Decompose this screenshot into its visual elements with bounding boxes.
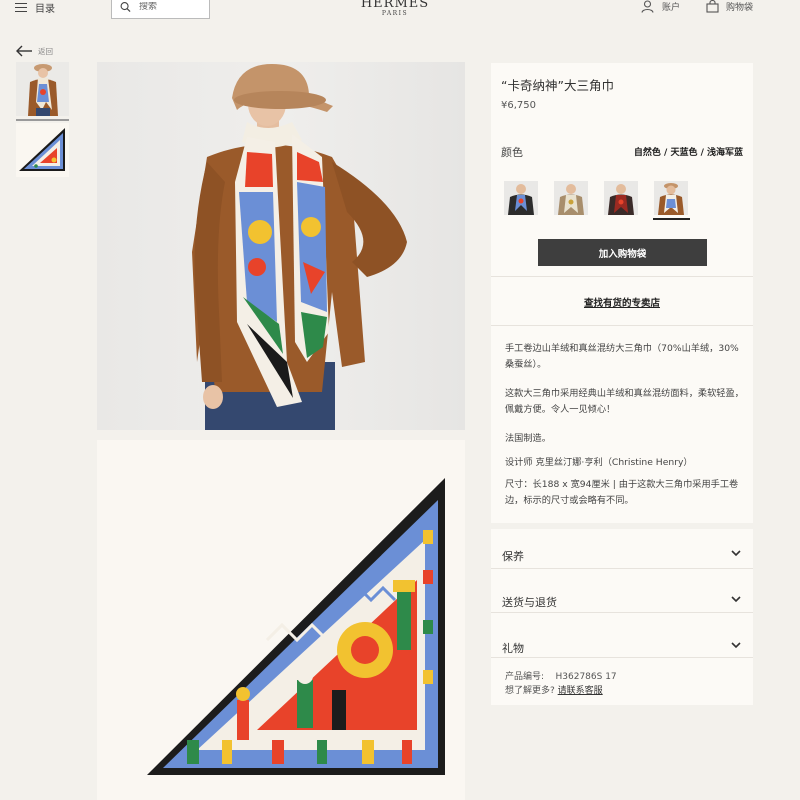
account-button[interactable]: 账户: [641, 0, 680, 13]
thumbnail-model-image: [16, 62, 69, 116]
back-label: 返回: [38, 46, 53, 56]
color-swatch-4[interactable]: [654, 181, 688, 215]
swatch-2-image: [554, 181, 588, 215]
hamburger-icon: [15, 3, 27, 13]
color-swatch-1[interactable]: [504, 181, 538, 215]
product-info-panel: “卡奇纳神”大三角巾 ¥6,750 颜色 自然色 / 天蓝色 / 浅海军蓝 加入…: [491, 63, 753, 523]
brand-city: PARIS: [381, 10, 409, 17]
swatch-3-image: [604, 181, 638, 215]
more-question: 想了解更多?: [505, 686, 555, 696]
shopping-bag-icon: [706, 0, 719, 13]
brand-logo[interactable]: HERMÈS PARIS: [350, 0, 440, 17]
product-code-row: 产品编号: H362786S 17: [505, 669, 617, 682]
swatch-4-image: [654, 181, 688, 215]
search-box[interactable]: [111, 0, 210, 19]
contact-service-link[interactable]: 请联系客服: [558, 686, 603, 696]
divider: [491, 657, 753, 658]
swatch-1-image: [504, 181, 538, 215]
product-details-panel: 保养 送货与退货 礼物 产品编号: H362786S 17 想了解更多? 请联系…: [491, 529, 753, 705]
thumbnail-separator: [16, 119, 69, 121]
divider: [491, 568, 753, 569]
divider: [491, 325, 753, 326]
color-swatch-2[interactable]: [554, 181, 588, 215]
back-link[interactable]: 返回: [15, 45, 53, 57]
divider: [491, 276, 753, 277]
color-value: 自然色 / 天蓝色 / 浅海军蓝: [633, 148, 743, 158]
accordion-care[interactable]: 保养: [491, 532, 753, 572]
menu-button[interactable]: 目录: [15, 0, 55, 15]
user-icon: [641, 0, 654, 13]
contact-row: 想了解更多? 请联系客服: [505, 683, 603, 696]
selected-swatch-indicator: [653, 218, 690, 220]
account-label: 账户: [662, 3, 681, 13]
chevron-down-icon: [731, 596, 741, 603]
description-dimensions: 尺寸：长188 x 宽94厘米 | 由于这款大三角巾采用手工卷边，标示的尺寸或会…: [505, 479, 739, 506]
product-code-label: 产品编号:: [505, 672, 545, 682]
model-photo-image: [192, 64, 407, 430]
color-label: 颜色: [501, 146, 523, 159]
chevron-down-icon: [731, 642, 741, 649]
color-swatch-3[interactable]: [604, 181, 638, 215]
description-designer: 设计师 克里丝汀娜·亨利（Christine Henry）: [505, 457, 693, 468]
thumbnail-scarf-image: [16, 123, 69, 177]
top-bar: 目录 HERMÈS PARIS 账户 购物袋: [0, 0, 800, 22]
accordion-gift-label: 礼物: [502, 642, 524, 655]
thumbnail-model[interactable]: [16, 62, 69, 116]
cart-button[interactable]: 购物袋: [706, 0, 753, 13]
search-input[interactable]: [139, 1, 209, 12]
add-to-cart-button[interactable]: 加入购物袋: [538, 239, 707, 266]
description-origin: 法国制造。: [505, 433, 551, 444]
product-code: H362786S 17: [555, 672, 617, 682]
main-product-photo: [97, 62, 465, 430]
chevron-down-icon: [731, 550, 741, 557]
menu-label: 目录: [35, 4, 55, 15]
accordion-care-label: 保养: [502, 550, 524, 563]
description-material: 手工卷边山羊绒和真丝混纺大三角巾（70%山羊绒，30%桑蚕丝）。: [505, 343, 739, 370]
find-store-link[interactable]: 查找有货的专卖店: [491, 295, 753, 309]
divider: [491, 612, 753, 613]
arrow-left-icon: [16, 45, 32, 57]
search-icon: [120, 1, 131, 12]
scarf-flat-photo: [97, 440, 465, 800]
accordion-delivery-label: 送货与退货: [502, 596, 557, 609]
description-text: 这款大三角巾采用经典山羊绒和真丝混纺面料，柔软轻盈，佩戴方便。令人一见倾心！: [505, 388, 744, 415]
product-price: ¥6,750: [501, 100, 536, 111]
scarf-flat-image: [97, 440, 465, 800]
thumbnail-scarf[interactable]: [16, 123, 69, 177]
accordion-gift[interactable]: 礼物: [491, 624, 753, 664]
cart-label: 购物袋: [726, 3, 754, 13]
product-title: “卡奇纳神”大三角巾: [501, 78, 614, 93]
